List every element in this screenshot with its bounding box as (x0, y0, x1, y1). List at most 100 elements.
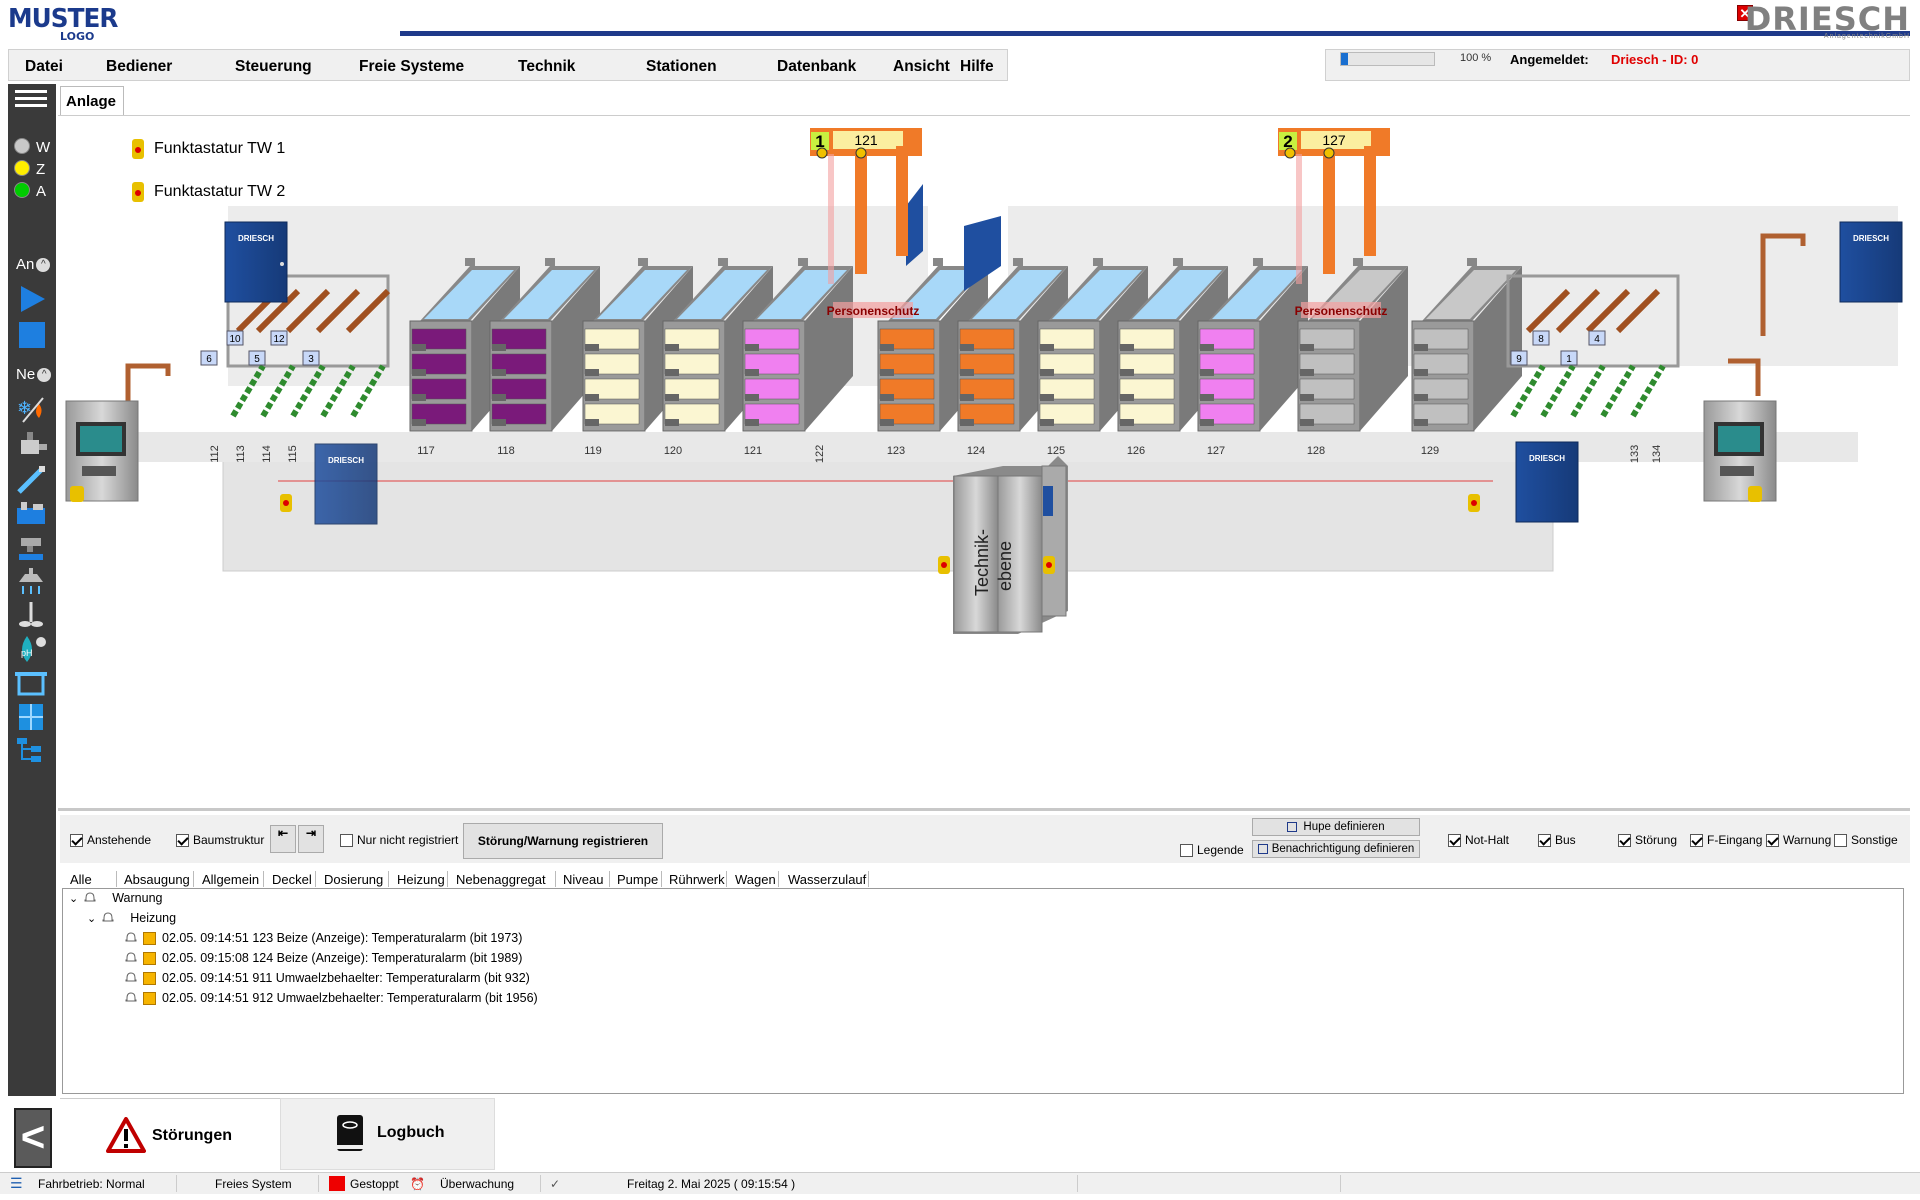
chk-anstehende[interactable]: Anstehende (70, 833, 151, 847)
spray-icon[interactable] (13, 566, 49, 596)
cooling-heating-icon[interactable]: ❄ (13, 394, 49, 424)
personenschutz-2: Personenschutz (1295, 304, 1388, 318)
alarm-row[interactable]: 02.05. 09:14:51 123 Beize (Anzeige): Tem… (125, 931, 522, 945)
tab-logbuch[interactable]: Logbuch (280, 1098, 495, 1170)
tab-pumpe[interactable]: Pumpe (617, 872, 658, 887)
stop-icon[interactable] (13, 320, 49, 350)
menu-freie-systeme[interactable]: Freie Systeme (359, 58, 464, 76)
tree-structure-icon[interactable] (13, 736, 49, 766)
menu-steuerung[interactable]: Steuerung (235, 58, 312, 76)
led-z-label: Z (36, 161, 46, 178)
svg-text:1: 1 (1566, 354, 1572, 365)
bell-icon (102, 912, 114, 922)
tab-deckel[interactable]: Deckel (272, 872, 312, 887)
play-icon[interactable] (13, 284, 49, 314)
muster-logo: MUSTER LOGO (8, 4, 118, 43)
stopped-indicator-icon (329, 1176, 345, 1191)
list-icon[interactable]: ☰ (10, 1175, 23, 1192)
tab-niveau[interactable]: Niveau (563, 872, 603, 887)
alarm-row[interactable]: 02.05. 09:15:08 124 Beize (Anzeige): Tem… (125, 951, 522, 965)
progress-bar (1340, 52, 1435, 66)
hupe-button[interactable]: Hupe definieren (1252, 818, 1420, 836)
left-toolbar: W Z A An ^ Ne ^ ❄ pH (8, 84, 56, 1096)
cabinet-label: DRIESCH (238, 234, 274, 243)
bell-icon (84, 892, 96, 902)
chk-legende[interactable]: Legende (1180, 843, 1244, 857)
stirrer-icon[interactable] (13, 600, 49, 630)
menu-bar: Datei Bediener Steuerung Freie Systeme T… (8, 49, 1008, 81)
collapse-button[interactable]: ⇤ (270, 825, 296, 853)
tab-allgemein[interactable]: Allgemein (202, 872, 259, 887)
tab-ruehrwerk[interactable]: Rührwerk (669, 872, 725, 887)
keypad-tw1[interactable]: Funktastatur TW 1 (132, 139, 285, 159)
led-w (14, 138, 30, 154)
section-ne[interactable]: Ne ^ (16, 366, 52, 383)
tank-icon[interactable] (13, 498, 49, 528)
dosing-icon[interactable] (13, 464, 49, 494)
chk-stoerung[interactable]: Störung (1618, 833, 1677, 847)
rack-tag: 12 (270, 330, 288, 346)
register-button[interactable]: Störung/Warnung registrieren (463, 823, 663, 859)
zoom-level: 100 % (1460, 52, 1492, 64)
benachrichtigung-button[interactable]: Benachrichtigung definieren (1252, 840, 1420, 858)
back-button[interactable]: < (14, 1108, 52, 1168)
tab-absaugung[interactable]: Absaugung (124, 872, 190, 887)
tab-dosierung[interactable]: Dosierung (324, 872, 383, 887)
ph-icon[interactable]: pH (13, 634, 49, 664)
rack-tag: 4 (1588, 330, 1606, 346)
alarm-row[interactable]: 02.05. 09:14:51 911 Umwaelzbehaelter: Te… (125, 971, 530, 985)
status-ueberwachung: Überwachung (440, 1177, 515, 1191)
tab-wasserzulauf[interactable]: Wasserzulauf (788, 872, 866, 887)
station-number: 118 (497, 445, 515, 457)
keypad-tw2[interactable]: Funktastatur TW 2 (132, 182, 285, 202)
menu-datenbank[interactable]: Datenbank (777, 58, 856, 76)
tab-wagen[interactable]: Wagen (735, 872, 776, 887)
grid-icon[interactable] (13, 702, 49, 732)
alarm-row[interactable]: 02.05. 09:14:51 912 Umwaelzbehaelter: Te… (125, 991, 538, 1005)
tree-node-warnung[interactable]: ⌄ Warnung (69, 891, 162, 905)
chevron-down-icon[interactable]: ⌄ (87, 912, 96, 925)
section-an[interactable]: An ^ (16, 256, 51, 273)
water-tap-icon[interactable] (13, 532, 49, 562)
chk-warnung[interactable]: Warnung (1766, 833, 1831, 847)
menu-bediener[interactable]: Bediener (106, 58, 172, 76)
station-number: 128 (1307, 445, 1325, 457)
menu-hilfe[interactable]: Hilfe (960, 58, 994, 76)
chk-f-eingang[interactable]: F-Eingang (1690, 833, 1762, 847)
station-number: 115 (287, 445, 299, 463)
logbook-icon (337, 1115, 363, 1151)
station-number: 120 (664, 445, 682, 457)
technik-label: Technik- (972, 529, 992, 596)
chk-nur-nicht-registriert[interactable]: Nur nicht registriert (340, 833, 458, 847)
expand-button[interactable]: ⇥ (298, 825, 324, 853)
tab-anlage[interactable]: Anlage (60, 86, 124, 116)
warning-status-icon (143, 931, 156, 945)
station-number: 125 (1047, 445, 1065, 457)
menu-technik[interactable]: Technik (518, 58, 575, 76)
tab-nebenaggregat[interactable]: Nebenaggregat (456, 872, 546, 887)
rack-tag: 3 (302, 350, 320, 366)
menu-stationen[interactable]: Stationen (646, 58, 717, 76)
chk-not-halt[interactable]: Not-Halt (1448, 833, 1509, 847)
chk-sonstige[interactable]: Sonstige (1834, 833, 1898, 847)
status-freies-system: Freies System (215, 1177, 292, 1191)
bell-icon (125, 972, 137, 982)
station-number: 123 (887, 445, 905, 457)
chk-bus[interactable]: Bus (1538, 833, 1576, 847)
panel-splitter[interactable] (58, 808, 1910, 811)
tab-alle[interactable]: Alle (70, 872, 92, 887)
bell-icon (125, 952, 137, 962)
tab-heizung[interactable]: Heizung (397, 872, 445, 887)
chevron-down-icon[interactable]: ⌄ (69, 892, 78, 905)
station-number: 112 (209, 445, 221, 463)
tub-icon[interactable] (13, 668, 49, 698)
tree-node-heizung[interactable]: ⌄ Heizung (87, 911, 176, 925)
menu-ansicht[interactable]: Ansicht (893, 58, 950, 76)
chk-baumstruktur[interactable]: Baumstruktur (176, 833, 264, 847)
menu-datei[interactable]: Datei (25, 58, 63, 76)
pump-valve-icon[interactable] (13, 430, 49, 460)
crane-1-number: 1 (815, 132, 824, 151)
hamburger-menu-icon[interactable] (13, 86, 49, 116)
tab-stoerungen[interactable]: Störungen (60, 1098, 280, 1170)
operator-console-left (65, 400, 139, 502)
